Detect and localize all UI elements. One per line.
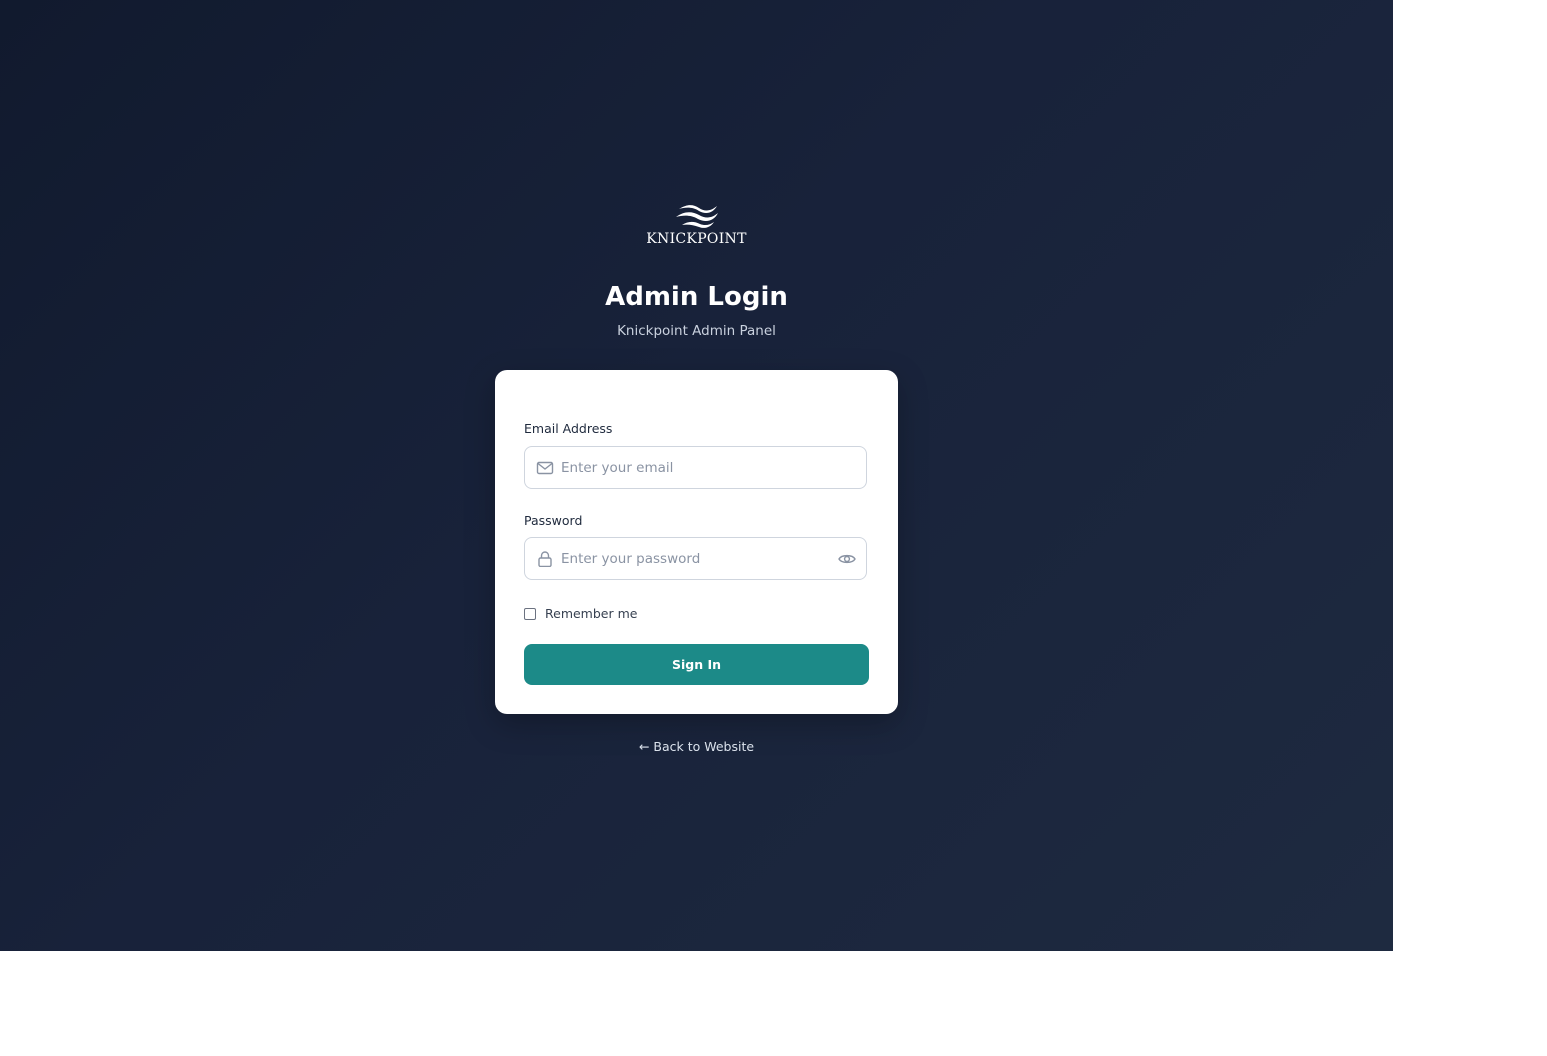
remember-me[interactable]: Remember me <box>524 606 637 622</box>
password-label: Password <box>524 513 583 528</box>
page-title: Admin Login <box>605 282 788 312</box>
page-subtitle: Knickpoint Admin Panel <box>617 323 776 339</box>
brand-wordmark: KNICKPOINT <box>646 231 747 247</box>
email-field[interactable] <box>524 446 867 489</box>
sign-in-button[interactable]: Sign In <box>524 644 869 685</box>
remember-me-label[interactable]: Remember me <box>545 606 637 622</box>
lock-icon <box>538 551 552 567</box>
password-field[interactable] <box>524 537 867 580</box>
email-label: Email Address <box>524 421 613 436</box>
eye-icon[interactable] <box>838 551 856 567</box>
back-to-website-link[interactable]: ← Back to Website <box>0 739 1393 755</box>
email-input[interactable] <box>561 447 831 488</box>
mail-icon <box>536 461 554 475</box>
brand-logo: KNICKPOINT <box>0 203 1393 247</box>
password-input[interactable] <box>561 538 831 579</box>
remember-me-checkbox[interactable] <box>524 608 536 620</box>
login-card: Email Address Password Remember me S <box>495 370 898 714</box>
waves-icon <box>675 205 718 228</box>
login-page: KNICKPOINT Admin Login Knickpoint Admin … <box>0 0 1393 951</box>
